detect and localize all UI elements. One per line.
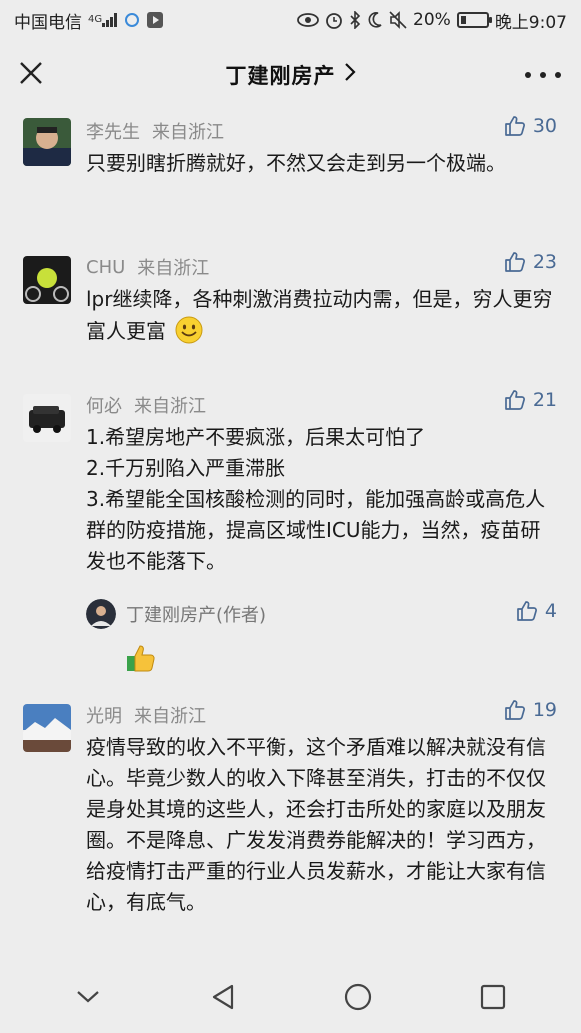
comment-item: 光明 来自浙江 19 疫情导致的收入不平衡，这个矛盾难以解决就没有信心。毕竟少数… [0,698,581,918]
more-icon [525,72,531,78]
avatar[interactable] [23,704,71,752]
eye-icon [297,13,319,27]
recents-button[interactable] [473,977,513,1017]
chevron-right-icon [344,62,356,88]
commenter-name[interactable]: 李先生 [86,118,140,144]
battery-icon [456,12,492,28]
app-notification-icon [124,12,140,28]
triangle-back-icon [212,984,233,1009]
author-name[interactable]: 丁建刚房产(作者) [126,599,557,629]
moon-icon [367,11,383,29]
network-icon: 4G [88,13,118,27]
like-count: 21 [532,389,557,411]
comment-text: 疫情导致的收入不平衡，这个矛盾难以解决就没有信心。毕竟少数人的收入下降甚至消失，… [86,735,546,914]
page-title: 丁建刚房产 [225,64,336,88]
comment-list[interactable]: 李先生 来自浙江 30 只要别瞎折腾就好，不然又会走到另一个极端。 CHU 来自… [0,110,581,960]
battery-level [460,16,466,24]
avatar[interactable] [23,394,71,442]
system-nav-bar [0,960,581,1033]
like-count: 19 [532,699,557,721]
comment-meta: 何必 来自浙江 [86,388,557,422]
close-button[interactable] [16,58,46,88]
comment-item: 李先生 来自浙江 30 只要别瞎折腾就好，不然又会走到另一个极端。 [0,114,581,179]
alarm-icon [325,11,343,29]
like-count: 30 [532,115,557,137]
status-bar: 中国电信 4G 20% 晚上9:07 [0,0,581,40]
like-button[interactable]: 23 [503,250,557,274]
header: 丁建刚房产 [0,40,581,110]
status-right: 20% 晚上9:07 [297,8,567,33]
network-type: 4G [88,14,103,25]
thumbs-up-icon [504,116,525,136]
circle-home-icon [345,983,372,1010]
thumbs-up-icon [504,700,525,720]
commenter-location: 来自浙江 [134,706,206,727]
comment-meta: 李先生 来自浙江 [86,114,557,148]
like-button[interactable]: 30 [503,114,557,138]
square-recents-icon [481,984,506,1009]
comment-body: 1.希望房地产不要疯涨，后果太可怕了 2.千万别陷入严重滞胀 3.希望能全国核酸… [86,422,556,577]
commenter-name[interactable]: CHU [86,257,125,278]
mute-icon [389,11,407,29]
close-icon [20,62,42,84]
like-count: 23 [532,251,557,273]
account-title-link[interactable]: 丁建刚房产 [226,60,356,90]
chevron-down-icon [76,990,99,1002]
bluetooth-icon [349,11,361,29]
thumbs-up-emoji-icon [126,643,156,673]
comment-line: 3.希望能全国核酸检测的同时，能加强高龄或高危人群的防疫措施，提高区域性ICU能… [86,487,546,573]
comment-body: lpr继续降，各种刺激消费拉动内需，但是，穷人更穷富人更富 [86,284,556,347]
thumbs-up-icon [504,390,525,410]
thumbs-up-icon [504,252,525,272]
comment-meta: CHU 来自浙江 [86,250,557,284]
commenter-name[interactable]: 何必 [86,392,122,418]
reply-like-count: 4 [544,600,557,622]
avatar[interactable] [23,118,71,166]
comment-line: 2.千万别陷入严重滞胀 [86,456,286,480]
thumbs-up-icon [517,601,537,621]
collapse-button[interactable] [68,977,108,1017]
more-button[interactable] [525,60,561,90]
like-button[interactable]: 19 [503,698,557,722]
avatar[interactable] [23,256,71,304]
comment-item: 何必 来自浙江 21 1.希望房地产不要疯涨，后果太可怕了 2.千万别陷入严重滞… [0,388,581,673]
comment-meta: 光明 来自浙江 [86,698,557,732]
comment-text: 只要别瞎折腾就好，不然又会走到另一个极端。 [86,151,506,175]
battery-percent: 20% [413,10,451,30]
author-reply: 丁建刚房产(作者) 4 [86,599,557,673]
commenter-location: 来自浙江 [137,258,210,279]
commenter-location: 来自浙江 [152,122,224,143]
carrier-label: 中国电信 [14,12,82,33]
video-app-icon [146,11,164,29]
back-button[interactable] [203,977,243,1017]
comment-line: 1.希望房地产不要疯涨，后果太可怕了 [86,425,426,449]
comment-text: lpr继续降，各种刺激消费拉动内需，但是，穷人更穷富人更富 [86,287,553,343]
commenter-location: 来自浙江 [134,396,206,417]
smile-emoji-icon [175,316,203,344]
commenter-name[interactable]: 光明 [86,702,122,728]
home-button[interactable] [338,977,378,1017]
clock: 晚上9:07 [494,12,567,33]
like-button[interactable]: 21 [503,388,557,412]
status-left: 中国电信 4G [14,8,164,33]
comment-item: CHU 来自浙江 23 lpr继续降，各种刺激消费拉动内需，但是，穷人更穷富人更… [0,250,581,347]
author-avatar[interactable] [86,599,116,629]
reply-like-button[interactable]: 4 [515,599,557,623]
